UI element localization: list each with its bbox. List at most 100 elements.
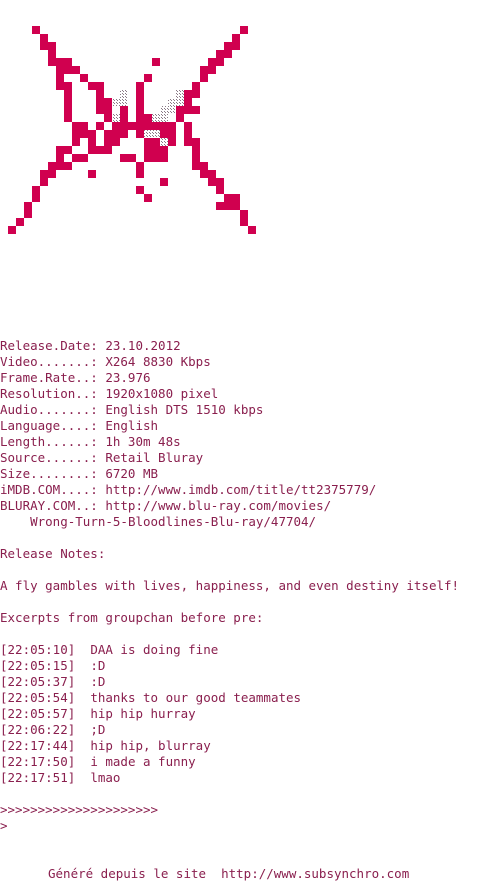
logo-pixel xyxy=(48,58,56,66)
logo-pixel xyxy=(208,178,216,186)
logo-hatch-pixel xyxy=(152,130,160,138)
info-label: Audio.......: xyxy=(0,402,106,417)
logo-pixel xyxy=(144,122,152,130)
logo-pixel xyxy=(24,202,32,210)
logo-pixel xyxy=(96,146,104,154)
logo-pixel xyxy=(56,66,64,74)
logo-pixel xyxy=(144,154,152,162)
logo-pixel xyxy=(136,186,144,194)
logo-pixel xyxy=(192,90,200,98)
info-value: http://www.imdb.com/title/tt2375779/ xyxy=(105,482,377,497)
logo-pixel xyxy=(128,122,136,130)
chat-line: [22:17:50] i made a funny xyxy=(0,754,196,769)
logo-pixel xyxy=(120,130,128,138)
logo-pixel xyxy=(64,106,72,114)
release-notes-body: A fly gambles with lives, happiness, and… xyxy=(0,578,460,593)
logo-hatch-pixel xyxy=(168,98,176,106)
chat-timestamp: [22:05:57] xyxy=(0,706,76,721)
logo-pixel xyxy=(160,122,168,130)
logo-pixel xyxy=(144,146,152,154)
prompt-arrows: >>>>>>>>>>>>>>>>>>>>> xyxy=(0,802,159,817)
chat-message: hip hip hurray xyxy=(90,706,196,721)
logo-pixel xyxy=(112,138,120,146)
logo-pixel xyxy=(64,90,72,98)
logo-pixel xyxy=(72,66,80,74)
logo-pixel xyxy=(240,26,248,34)
logo-pixel xyxy=(136,122,144,130)
logo-pixel xyxy=(48,42,56,50)
pixel-art-fly-logo-icon xyxy=(8,26,256,234)
chat-message: lmao xyxy=(90,770,121,785)
logo-pixel xyxy=(96,106,104,114)
info-line: BLURAY.COM..: http://www.blu-ray.com/mov… xyxy=(0,498,331,513)
logo-pixel xyxy=(216,50,224,58)
logo-pixel xyxy=(168,130,176,138)
logo-pixel xyxy=(192,138,200,146)
info-line: Audio.......: English DTS 1510 kbps xyxy=(0,402,263,417)
logo-pixel xyxy=(56,146,64,154)
logo-pixel xyxy=(136,114,144,122)
logo-pixel xyxy=(192,146,200,154)
logo-pixel xyxy=(192,154,200,162)
chat-timestamp: [22:05:15] xyxy=(0,658,76,673)
prompt-caret: > xyxy=(0,818,8,833)
excerpts-header: Excerpts from groupchan before pre: xyxy=(0,610,264,625)
logo-pixel xyxy=(152,154,160,162)
chat-timestamp: [22:05:54] xyxy=(0,690,76,705)
info-value: 23.10.2012 xyxy=(105,338,181,353)
info-value: http://www.blu-ray.com/movies/ xyxy=(105,498,332,513)
logo-pixel xyxy=(160,154,168,162)
logo-pixel xyxy=(32,194,40,202)
chat-message: :D xyxy=(90,658,106,673)
info-label: Frame.Rate..: xyxy=(0,370,106,385)
logo-pixel xyxy=(72,122,80,130)
logo-hatch-pixel xyxy=(112,98,120,106)
logo-pixel xyxy=(64,146,72,154)
logo-pixel xyxy=(120,106,128,114)
info-label: iMDB.COM....: xyxy=(0,482,106,497)
info-label xyxy=(0,514,30,529)
info-label: Resolution..: xyxy=(0,386,106,401)
info-line: Size........: 6720 MB xyxy=(0,466,158,481)
chat-timestamp: [22:05:37] xyxy=(0,674,76,689)
logo-pixel xyxy=(80,154,88,162)
chat-message: thanks to our good teammates xyxy=(90,690,302,705)
logo-pixel xyxy=(96,122,104,130)
logo-pixel xyxy=(184,98,192,106)
logo-pixel xyxy=(168,122,176,130)
info-label: Release.Date: xyxy=(0,338,106,353)
logo-pixel xyxy=(96,90,104,98)
logo-pixel xyxy=(192,162,200,170)
logo-pixel xyxy=(184,106,192,114)
logo-pixel xyxy=(96,98,104,106)
logo-pixel xyxy=(48,170,56,178)
chat-line: [22:05:37] :D xyxy=(0,674,105,689)
logo-pixel xyxy=(144,114,152,122)
logo-pixel xyxy=(136,130,144,138)
logo-pixel xyxy=(32,26,40,34)
logo-hatch-pixel xyxy=(176,98,184,106)
logo-pixel xyxy=(152,122,160,130)
logo-pixel xyxy=(136,82,144,90)
chat-message: ;D xyxy=(90,722,106,737)
chat-timestamp: [22:05:10] xyxy=(0,642,76,657)
chat-log: [22:05:10] DAA is doing fine [22:05:15] … xyxy=(0,642,301,786)
info-value: X264 8830 Kbps xyxy=(105,354,211,369)
chat-timestamp: [22:06:22] xyxy=(0,722,76,737)
info-value: English DTS 1510 kbps xyxy=(105,402,264,417)
logo-pixel xyxy=(64,98,72,106)
logo-pixel xyxy=(144,74,152,82)
logo-pixel xyxy=(224,194,232,202)
chat-line: [22:06:22] ;D xyxy=(0,722,105,737)
logo-pixel xyxy=(184,130,192,138)
logo-pixel xyxy=(232,42,240,50)
logo-pixel xyxy=(48,162,56,170)
logo-pixel xyxy=(136,162,144,170)
logo-pixel xyxy=(104,98,112,106)
info-line: Resolution..: 1920x1080 pixel xyxy=(0,386,218,401)
logo-pixel xyxy=(72,154,80,162)
logo-pixel xyxy=(48,50,56,58)
info-label: Source......: xyxy=(0,450,106,465)
logo-pixel xyxy=(216,186,224,194)
logo-hatch-pixel xyxy=(120,98,128,106)
